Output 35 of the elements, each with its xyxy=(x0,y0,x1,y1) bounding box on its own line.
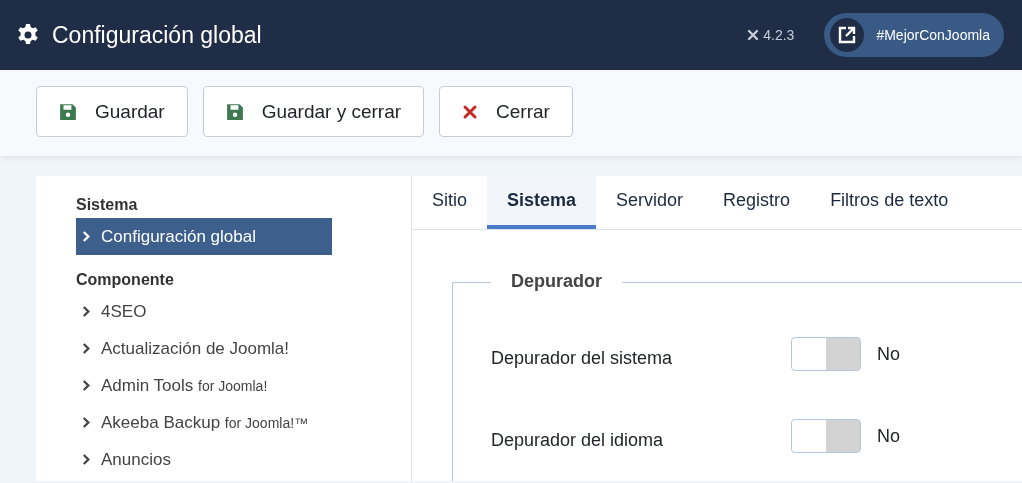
page-title: Configuración global xyxy=(52,21,262,49)
version-label: 4.2.3 xyxy=(763,27,795,43)
chevron-icon xyxy=(82,379,91,392)
tab[interactable]: Filtros de texto xyxy=(810,176,969,229)
close-button[interactable]: Cerrar xyxy=(439,86,573,137)
save-button[interactable]: Guardar y cerrar xyxy=(202,86,425,137)
sidebar-item[interactable]: Akeeba Backup for Joomla!™ xyxy=(76,404,332,441)
fieldset-legend: Depurador xyxy=(491,271,622,292)
toggle-switch[interactable] xyxy=(791,337,861,371)
promo-button[interactable]: #MejorConJoomla xyxy=(824,13,1004,57)
sidebar-item[interactable]: Admin Tools for Joomla! xyxy=(76,367,332,404)
sidebar-item[interactable]: Anuncios xyxy=(76,441,332,478)
tab[interactable]: Servidor xyxy=(596,176,704,229)
tab[interactable]: Sitio xyxy=(412,176,487,229)
chevron-icon xyxy=(82,305,91,318)
sidebar-item[interactable]: Actualización de Joomla! xyxy=(76,330,332,367)
chevron-icon xyxy=(82,230,91,243)
chevron-icon xyxy=(82,342,91,355)
settings-icon xyxy=(16,23,40,47)
save-button[interactable]: Guardar xyxy=(36,86,188,137)
close-icon xyxy=(462,103,479,120)
toggle-value: No xyxy=(877,343,900,365)
external-link-icon xyxy=(830,18,865,52)
section-heading: Componente xyxy=(76,271,175,289)
toggle-value: No xyxy=(877,425,900,447)
field-label: Depurador del idioma xyxy=(491,428,665,451)
sidebar-item[interactable]: 4SEO xyxy=(76,293,332,330)
chevron-icon xyxy=(82,416,91,429)
field-label: Depurador del sistema xyxy=(491,346,674,369)
sidebar-item[interactable]: Configuración global xyxy=(76,218,332,255)
toggle-switch[interactable] xyxy=(791,419,861,453)
tab[interactable]: Sistema xyxy=(487,176,597,229)
section-heading: Sistema xyxy=(76,196,139,214)
chevron-icon xyxy=(82,453,91,466)
tab[interactable]: Registro xyxy=(703,176,811,229)
